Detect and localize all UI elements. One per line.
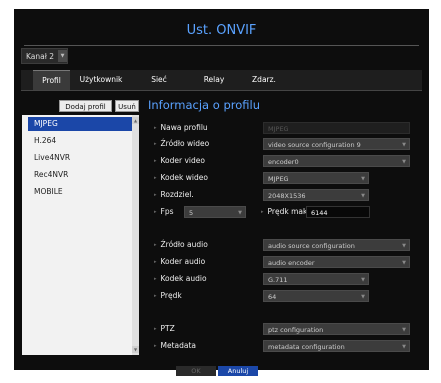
list-item[interactable]: Live4NVR	[28, 151, 132, 165]
bullet-icon: ▸	[261, 209, 264, 215]
title-divider	[24, 45, 419, 46]
bullet-icon: ▸	[154, 242, 157, 248]
tab-uzytkownik[interactable]: Użytkownik	[76, 70, 126, 90]
video-encoder-select[interactable]: encoder0 ▼	[263, 155, 410, 167]
video-encoder-label: ▸ Koder video	[154, 156, 205, 165]
chevron-down-icon: ▼	[402, 243, 406, 249]
chevron-down-icon: ▼	[238, 210, 242, 216]
bullet-icon: ▸	[154, 192, 157, 198]
channel-value: Kanał 2	[26, 51, 55, 61]
bullet-icon: ▸	[154, 326, 157, 332]
list-item[interactable]: MJPEG	[28, 117, 132, 131]
audio-encoder-label: ▸ Koder audio	[154, 257, 206, 266]
video-source-label: ▸ Źródło wideo	[154, 139, 210, 148]
video-codec-label: ▸ Kodek wideo	[154, 173, 208, 182]
video-codec-select[interactable]: MJPEG ▼	[263, 172, 369, 184]
list-item[interactable]: MOBILE	[28, 185, 132, 199]
profile-name-field[interactable]: MJPEG	[263, 122, 410, 134]
section-title: Informacja o profilu	[148, 98, 260, 112]
cancel-button[interactable]: Anuluj	[218, 366, 258, 376]
tab-relay[interactable]: Relay	[198, 70, 230, 90]
ptz-select[interactable]: ptz configuration ▼	[263, 323, 410, 335]
chevron-down-icon: ▼	[361, 277, 365, 283]
profile-list-scrollbar[interactable]: ▲ ▼	[132, 115, 139, 355]
chevron-down-icon: ▼	[402, 142, 406, 148]
profile-name-label: ▸ Nawa profilu	[154, 123, 208, 132]
ptz-label: ▸ PTZ	[154, 324, 175, 333]
chevron-down-icon: ▼	[58, 50, 68, 62]
bullet-icon: ▸	[154, 276, 157, 282]
ok-button[interactable]: OK	[176, 366, 216, 376]
chevron-down-icon: ▼	[361, 176, 365, 182]
speed-select[interactable]: 64 ▼	[263, 290, 369, 302]
chevron-down-icon: ▼	[361, 294, 365, 300]
audio-source-select[interactable]: audio source configuration ▼	[263, 239, 410, 251]
delete-profile-button[interactable]: Usuń	[115, 100, 139, 112]
onvif-settings-window: Ust. ONVIF Kanał 2 ▼ Profil Użytkownik S…	[14, 9, 429, 370]
metadata-select[interactable]: metadata configuration ▼	[263, 340, 410, 352]
bullet-icon: ▸	[154, 158, 157, 164]
audio-encoder-select[interactable]: audio encoder ▼	[263, 256, 410, 268]
channel-select[interactable]: Kanał 2 ▼	[21, 48, 69, 64]
list-item[interactable]: H.264	[28, 134, 132, 148]
bullet-icon: ▸	[154, 141, 157, 147]
list-item[interactable]: Rec4NVR	[28, 168, 132, 182]
resolution-label: ▸ Rozdziel.	[154, 190, 194, 199]
metadata-label: ▸ Metadata	[154, 341, 197, 350]
video-source-select[interactable]: video source configuration 9 ▼	[263, 138, 410, 150]
bullet-icon: ▸	[154, 209, 157, 215]
tab-siec[interactable]: Sieć	[143, 70, 175, 90]
add-profile-button[interactable]: Dodaj profil	[59, 100, 112, 112]
max-rate-field[interactable]: 6144	[306, 206, 370, 218]
chevron-down-icon: ▼	[402, 260, 406, 266]
tab-bar: Profil Użytkownik Sieć Relay Zdarz.	[21, 70, 422, 91]
speed-label: ▸ Prędk	[154, 291, 182, 300]
chevron-down-icon: ▼	[402, 159, 406, 165]
window-title: Ust. ONVIF	[186, 23, 257, 38]
tab-profil[interactable]: Profil	[33, 70, 70, 91]
bullet-icon: ▸	[154, 293, 157, 299]
resolution-select[interactable]: 2048X1536 ▼	[263, 189, 369, 201]
bullet-icon: ▸	[154, 343, 157, 349]
scroll-up-icon[interactable]: ▲	[132, 117, 139, 124]
tab-divider	[21, 90, 422, 91]
chevron-down-icon: ▼	[361, 193, 365, 199]
scroll-down-icon[interactable]: ▼	[132, 346, 139, 353]
audio-codec-label: ▸ Kodek audio	[154, 274, 207, 283]
audio-codec-select[interactable]: G.711 ▼	[263, 273, 369, 285]
bullet-icon: ▸	[154, 259, 157, 265]
tab-zdarz[interactable]: Zdarz.	[245, 70, 283, 90]
profile-list: MJPEG H.264 Live4NVR Rec4NVR MOBILE	[22, 115, 139, 355]
bullet-icon: ▸	[154, 125, 157, 131]
chevron-down-icon: ▼	[402, 344, 406, 350]
audio-source-label: ▸ Źródło audio	[154, 240, 208, 249]
bullet-icon: ▸	[154, 175, 157, 181]
fps-label: ▸ Fps	[154, 207, 174, 216]
chevron-down-icon: ▼	[402, 327, 406, 333]
fps-select[interactable]: 5 ▼	[184, 206, 246, 218]
